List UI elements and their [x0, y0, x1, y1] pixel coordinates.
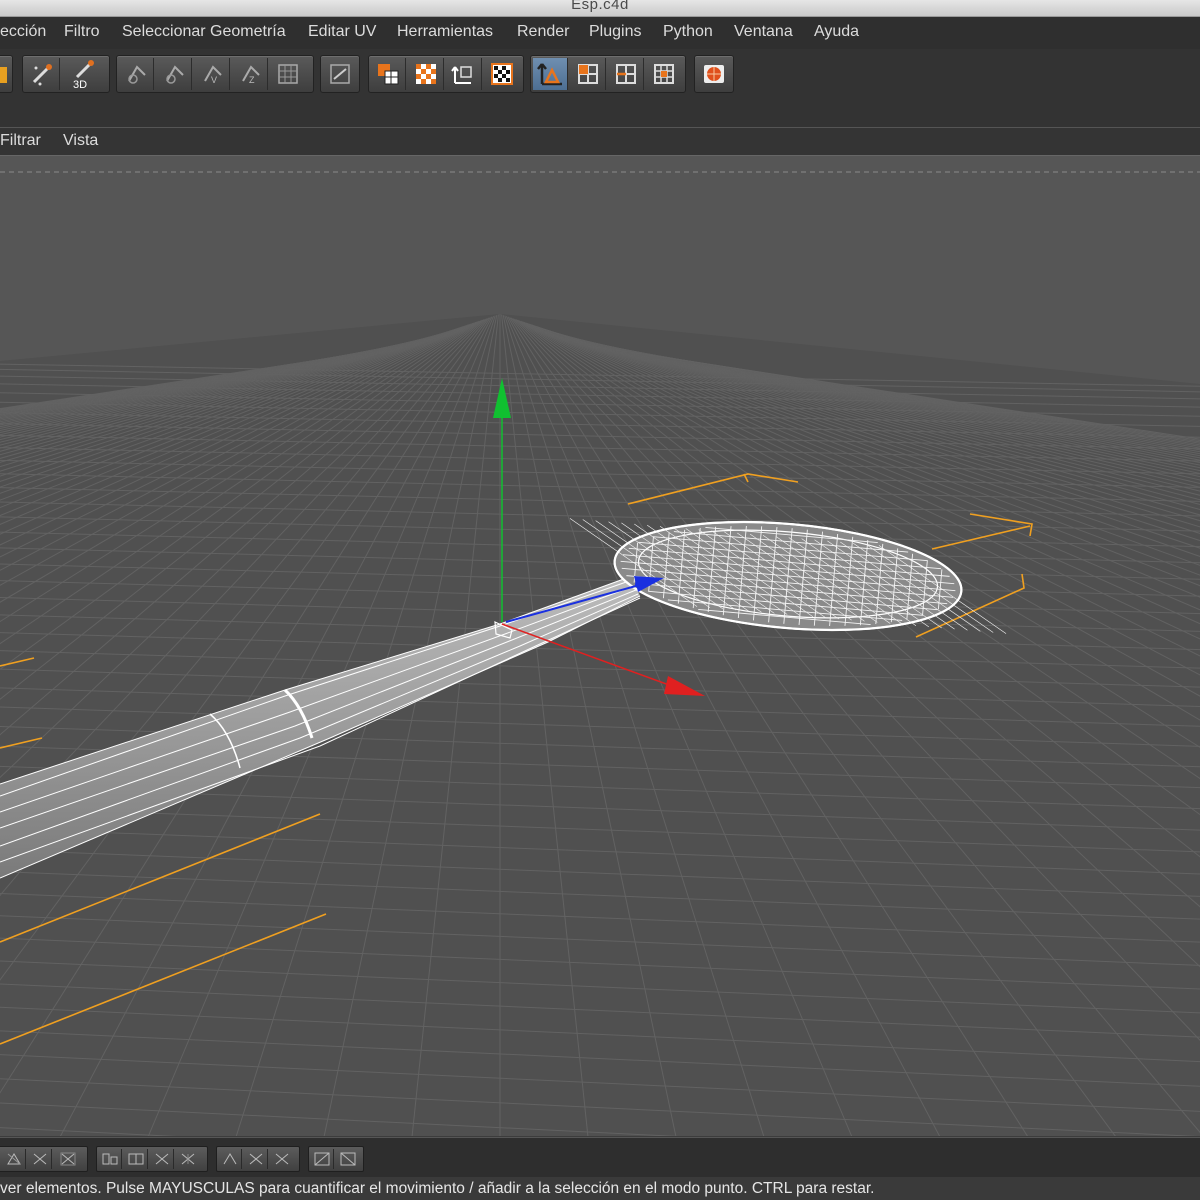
- sculpt-tool-icon[interactable]: [25, 58, 60, 90]
- viewport-scene[interactable]: [0, 156, 1200, 1136]
- snap-b-icon[interactable]: [337, 1149, 359, 1169]
- projection-uv-icon[interactable]: V: [195, 58, 230, 90]
- projection-flat-icon[interactable]: Z: [233, 58, 268, 90]
- menu-plugins[interactable]: Plugins: [589, 23, 641, 41]
- viewport-menu-bar: Filtrar Vista: [0, 128, 1200, 156]
- bottom-toolbar-group-4: [308, 1146, 364, 1172]
- menu-herramientas[interactable]: Herramientas: [397, 23, 493, 41]
- distribute-c-icon[interactable]: [151, 1149, 174, 1169]
- mirror-c-icon[interactable]: [271, 1149, 293, 1169]
- svg-text:3D: 3D: [73, 79, 87, 89]
- align-center-icon[interactable]: [29, 1149, 52, 1169]
- viewport-menu-vista[interactable]: Vista: [63, 132, 98, 150]
- distribute-d-icon[interactable]: [177, 1149, 199, 1169]
- checker-mode-icon[interactable]: [485, 58, 519, 90]
- align-right-icon[interactable]: [57, 1149, 79, 1169]
- paint-brush-tool-icon[interactable]: [0, 58, 10, 90]
- 3d-paint-icon[interactable]: 3D: [67, 58, 101, 90]
- main-menu-bar: ección Filtro Seleccionar Geometría Edit…: [0, 17, 1200, 49]
- distribute-b-icon[interactable]: [125, 1149, 148, 1169]
- menu-seleccion[interactable]: ección: [0, 23, 46, 41]
- align-left-icon[interactable]: [3, 1149, 26, 1169]
- toolbar-group-brush-partial: [0, 55, 13, 93]
- menu-seleccionar-geometria[interactable]: Seleccionar Geometría: [122, 23, 286, 41]
- bottom-toolbar: [0, 1137, 1200, 1178]
- svg-text:Z: Z: [249, 75, 255, 85]
- status-bar: ver elementos. Pulse MAYUSCULAS para cua…: [0, 1177, 1200, 1200]
- menu-ayuda[interactable]: Ayuda: [814, 23, 859, 41]
- toolbar-group-paint: 3D: [22, 55, 110, 93]
- mirror-b-icon[interactable]: [245, 1149, 268, 1169]
- distribute-a-icon[interactable]: [99, 1149, 122, 1169]
- toolbar-group-modes: [530, 55, 686, 93]
- bottom-toolbar-group-3: [216, 1146, 300, 1172]
- snap-a-icon[interactable]: [311, 1149, 334, 1169]
- texture-mode-icon[interactable]: [371, 58, 406, 90]
- mirror-a-icon[interactable]: [219, 1149, 242, 1169]
- polygons-mode-icon[interactable]: [647, 58, 681, 90]
- model-mode-icon[interactable]: [533, 58, 568, 90]
- toolbar-group-projection: V Z: [116, 55, 314, 93]
- points-mode-icon[interactable]: [571, 58, 606, 90]
- texture-tag-icon[interactable]: [323, 58, 357, 90]
- uv-transform-icon[interactable]: [447, 58, 482, 90]
- toolbar-group-texture: [320, 55, 360, 93]
- projection-grid-icon[interactable]: [271, 58, 305, 90]
- viewport-menu-filtrar[interactable]: Filtrar: [0, 132, 41, 150]
- window-title: Esp.c4d: [571, 0, 629, 13]
- projection-cube-icon[interactable]: [119, 58, 154, 90]
- main-toolbar: 3D V Z: [0, 49, 1200, 128]
- render-view-icon[interactable]: [697, 58, 731, 90]
- edges-mode-icon[interactable]: [609, 58, 644, 90]
- toolbar-group-render: [694, 55, 734, 93]
- 3d-viewport[interactable]: [0, 156, 1200, 1136]
- menu-filtro[interactable]: Filtro: [64, 23, 100, 41]
- bottom-toolbar-group-2: [96, 1146, 208, 1172]
- menu-ventana[interactable]: Ventana: [734, 23, 793, 41]
- toolbar-group-uv: [368, 55, 524, 93]
- bottom-toolbar-group-1: [0, 1146, 88, 1172]
- window-titlebar: Esp.c4d: [0, 0, 1200, 17]
- menu-python[interactable]: Python: [663, 23, 713, 41]
- projection-cylinder-icon[interactable]: [157, 58, 192, 90]
- menu-render[interactable]: Render: [517, 23, 569, 41]
- status-message: ver elementos. Pulse MAYUSCULAS para cua…: [0, 1180, 875, 1197]
- uv-polygon-mode-icon[interactable]: [409, 58, 444, 90]
- svg-text:V: V: [211, 75, 217, 85]
- menu-editar-uv[interactable]: Editar UV: [308, 23, 376, 41]
